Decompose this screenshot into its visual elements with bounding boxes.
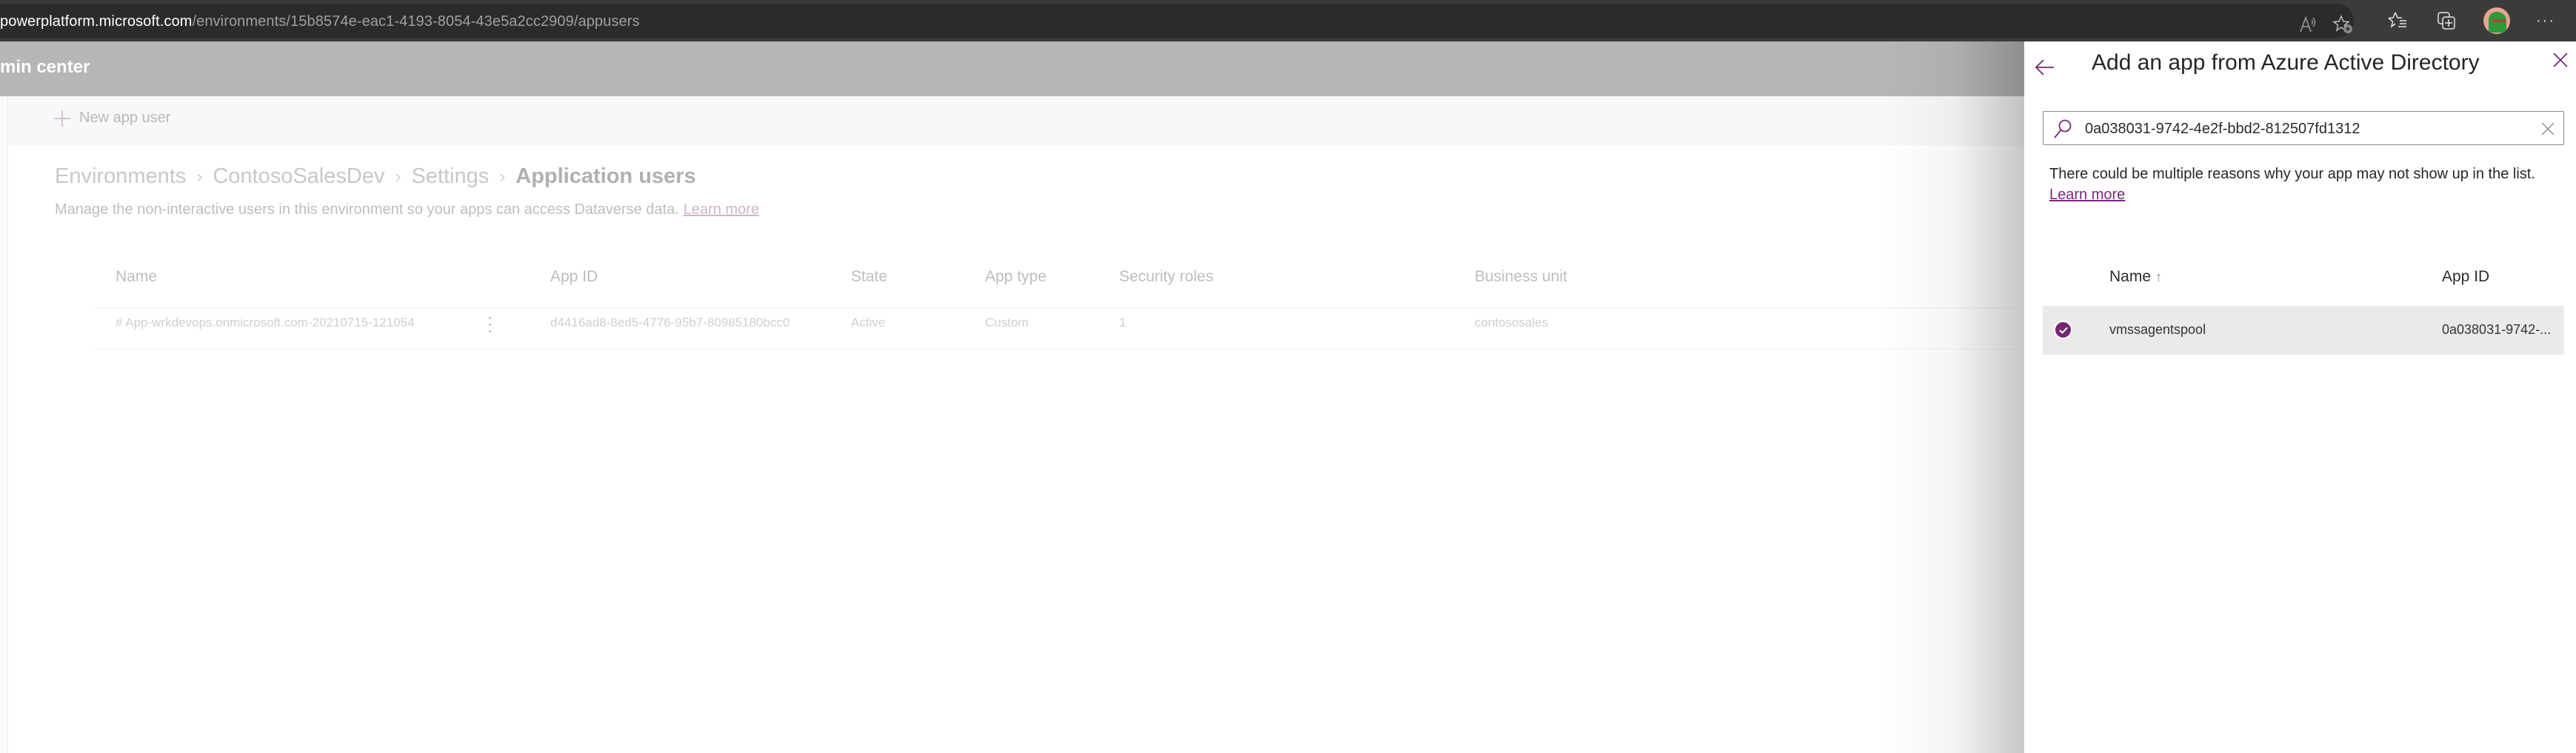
cell-business-unit: contososales [1475,315,1549,329]
app-header: min center [0,41,2024,96]
chevron-right-icon: › [196,166,203,187]
column-header-app-id[interactable]: App ID [550,268,598,286]
search-icon [2053,118,2072,139]
cell-security-roles: 1 [1119,315,1127,329]
app-list-header: Name ↑ App ID [2043,259,2564,302]
profile-avatar[interactable] [2483,7,2510,34]
url-host: powerplatform.microsoft.com [0,13,193,30]
url-text[interactable]: powerplatform.microsoft.com/environments… [0,13,640,30]
dinosaur-icon [2489,12,2506,33]
page-title: Application users [515,164,696,188]
cell-name[interactable]: # App-wrkdevops.onmicrosoft.com-20210715… [116,315,415,330]
app-name: vmssagentspool [2109,322,2206,337]
description-text: Manage the non-interactive users in this… [55,201,679,218]
app-title: min center [0,57,90,77]
users-grid-header: Name App ID State App type Security role… [95,268,2021,309]
column-header-name-label: Name [2109,268,2152,285]
search-value[interactable]: 0a038031-9742-4e2f-bbd2-812507fd1312 [2085,121,2360,138]
panel-shadow [1881,41,2024,753]
learn-more-link[interactable]: Learn more [684,201,759,218]
more-icon[interactable]: ··· [2533,8,2558,33]
plus-icon [54,110,70,127]
learn-more-link[interactable]: Learn more [2049,187,2125,204]
favorites-icon[interactable] [2385,8,2410,33]
collections-icon[interactable] [2434,8,2459,33]
column-header-name[interactable]: Name ↑ [2109,268,2162,286]
panel-title: Add an app from Azure Active Directory [2092,50,2480,75]
add-favorite-icon[interactable] [2330,12,2355,37]
new-app-user-label: New app user [79,110,171,126]
app-id: 0a038031-9742-... [2442,322,2552,337]
column-header-business-unit[interactable]: Business unit [1475,268,1567,286]
add-app-panel: Add an app from Azure Active Directory 0… [2024,41,2576,753]
clear-search-icon[interactable] [2540,121,2556,137]
column-header-security-roles[interactable]: Security roles [1119,268,1213,286]
address-bar[interactable]: powerplatform.microsoft.com/environments… [0,4,2354,38]
back-arrow-icon[interactable] [2033,56,2057,78]
table-row[interactable]: # App-wrkdevops.onmicrosoft.com-20210715… [95,309,2021,349]
left-navigation [0,96,8,753]
cell-state: Active [851,315,886,329]
breadcrumb-settings[interactable]: Settings [411,164,489,189]
read-aloud-icon[interactable] [2296,12,2321,37]
breadcrumb-environment[interactable]: ContosoSalesDev [213,164,384,189]
column-header-state[interactable]: State [851,268,887,286]
more-options-icon[interactable] [487,317,493,335]
column-header-app-type[interactable]: App type [985,268,1047,286]
breadcrumb: Environments › ContosoSalesDev › Setting… [55,164,696,189]
command-bar: New app user [8,96,2024,145]
column-header-app-id[interactable]: App ID [2442,268,2489,286]
selected-checkmark-icon[interactable] [2054,321,2072,339]
app-search-input[interactable]: 0a038031-9742-4e2f-bbd2-812507fd1312 [2043,111,2564,145]
browser-toolbar: powerplatform.microsoft.com/environments… [0,0,2576,41]
cell-app-type: Custom [985,315,1029,329]
close-icon[interactable] [2551,50,2570,70]
url-path: /environments/15b8574e-eac1-4193-8054-43… [192,13,640,30]
chevron-right-icon: › [499,166,506,187]
chevron-right-icon: › [395,166,401,187]
info-message: There could be multiple reasons why your… [2049,166,2535,182]
new-app-user-button[interactable]: New app user [54,110,170,127]
dinosaur-mouth [2492,19,2506,22]
list-item[interactable]: vmssagentspool 0a038031-9742-... [2043,306,2564,355]
cell-app-id: d4416ad8-8ed5-4776-95b7-80985180bcc0 [550,315,790,329]
sort-ascending-icon: ↑ [2155,270,2163,284]
column-header-name[interactable]: Name [116,268,157,286]
page-description: Manage the non-interactive users in this… [55,201,759,218]
breadcrumb-environments[interactable]: Environments [55,164,186,189]
